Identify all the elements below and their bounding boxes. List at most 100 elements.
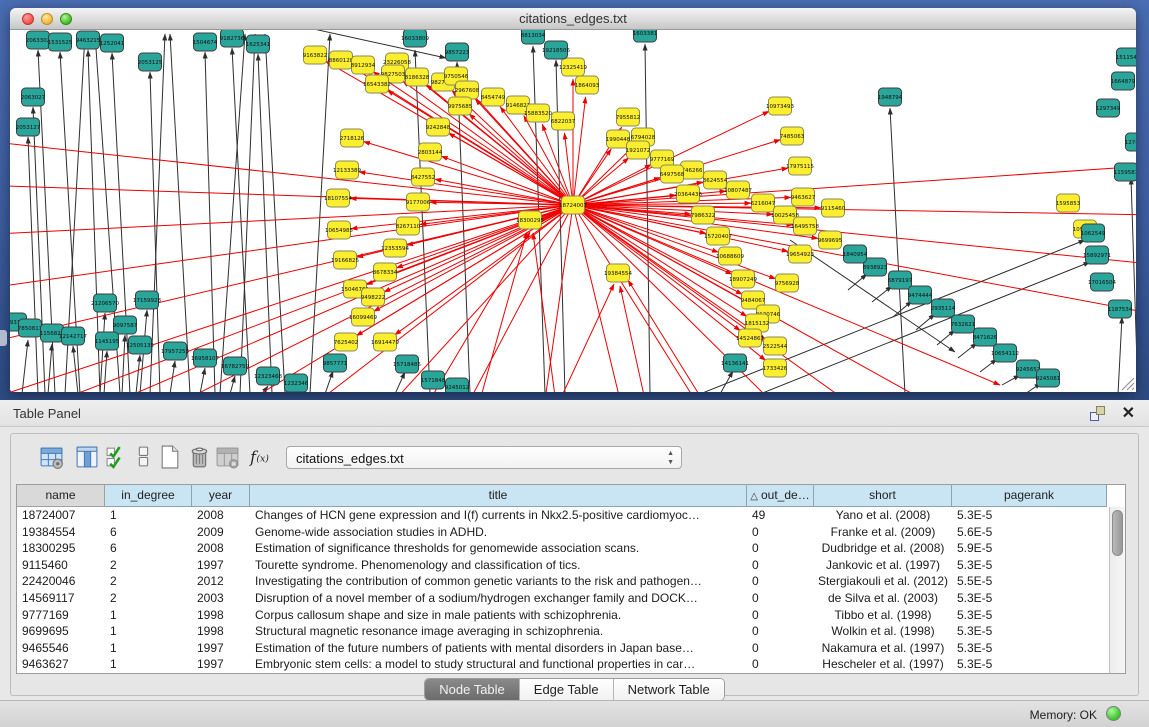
table-row[interactable]: 1456911722003Disruption of a novel membe… bbox=[17, 590, 1109, 607]
graph-node[interactable]: 6879197 bbox=[888, 271, 913, 289]
column-header-year[interactable]: year bbox=[192, 485, 250, 507]
cell-in_degree[interactable]: 6 bbox=[105, 524, 192, 541]
cell-year[interactable]: 2003 bbox=[192, 590, 250, 607]
graph-node[interactable]: 7485063 bbox=[780, 127, 805, 145]
graph-node[interactable]: 2053125 bbox=[138, 53, 163, 71]
table-row[interactable]: 946362711997Embryonic stem cells: a mode… bbox=[17, 656, 1109, 673]
cell-short[interactable]: Wolkin et al. (1998) bbox=[814, 623, 952, 640]
scrollbar-thumb[interactable] bbox=[1112, 510, 1123, 556]
table-row[interactable]: 1830029562008Estimation of significance … bbox=[17, 540, 1109, 557]
graph-node[interactable]: 9498222 bbox=[361, 288, 386, 306]
cell-year[interactable]: 1997 bbox=[192, 557, 250, 574]
graph-node[interactable]: 1252041 bbox=[100, 34, 125, 52]
column-header-short[interactable]: short bbox=[814, 485, 952, 507]
graph-node[interactable]: 9463627 bbox=[791, 188, 816, 206]
graph-node[interactable]: 8454749 bbox=[481, 88, 506, 106]
graph-node[interactable]: 10654985 bbox=[325, 221, 353, 239]
cell-short[interactable]: Hescheler et al. (1997) bbox=[814, 656, 952, 673]
graph-node[interactable]: 12353594 bbox=[381, 239, 409, 257]
graph-node[interactable]: 1664879 bbox=[1111, 72, 1136, 90]
graph-node[interactable]: 1062549 bbox=[1081, 224, 1106, 242]
graph-node[interactable]: 16099469 bbox=[349, 308, 377, 326]
graph-node[interactable]: 1603381 bbox=[633, 30, 658, 42]
graph-node[interactable]: 1504674 bbox=[193, 33, 218, 51]
graph-node[interactable]: 9463215 bbox=[76, 31, 101, 49]
graph-node[interactable]: 8427552 bbox=[411, 168, 436, 186]
table-row[interactable]: 1872400712008Changes of HCN gene express… bbox=[17, 507, 1109, 524]
graph-node[interactable]: 19384554 bbox=[604, 264, 632, 282]
network-window[interactable]: citations_edges.txt 18724007916382288601… bbox=[10, 8, 1136, 392]
delete-icon[interactable] bbox=[187, 444, 213, 470]
graph-node[interactable]: 15718485 bbox=[393, 355, 421, 373]
graph-node[interactable]: 12133389 bbox=[333, 161, 361, 179]
cell-in_degree[interactable]: 6 bbox=[105, 540, 192, 557]
cell-short[interactable]: Yano et al. (2008) bbox=[814, 507, 952, 524]
cell-out_de[interactable]: 0 bbox=[747, 623, 814, 640]
graph-node[interactable]: 8186328 bbox=[405, 68, 430, 86]
cell-title[interactable]: Corpus callosum shape and size in male p… bbox=[250, 607, 747, 624]
graph-node[interactable]: 9699695 bbox=[818, 231, 843, 249]
delete-table-disabled-icon[interactable] bbox=[215, 444, 241, 470]
cell-title[interactable]: Changes of HCN gene expression and I(f) … bbox=[250, 507, 747, 524]
graph-node[interactable]: 9242848 bbox=[426, 118, 451, 136]
cell-name[interactable]: 14569117 bbox=[17, 590, 105, 607]
cell-out_de[interactable]: 0 bbox=[747, 607, 814, 624]
graph-node[interactable]: 16543382 bbox=[363, 75, 391, 93]
graph-node[interactable]: 1625341 bbox=[246, 35, 271, 53]
cell-pagerank[interactable]: 5.9E-5 bbox=[952, 540, 1107, 557]
graph-node[interactable]: 8912934 bbox=[351, 56, 376, 74]
graph-node[interactable]: 2803144 bbox=[418, 143, 443, 161]
graph-node[interactable]: 2718126 bbox=[340, 129, 365, 147]
cell-name[interactable]: 9777169 bbox=[17, 607, 105, 624]
cell-year[interactable]: 1998 bbox=[192, 623, 250, 640]
tab-node-table[interactable]: Node Table bbox=[425, 679, 520, 700]
graph-node[interactable]: 6216047 bbox=[751, 194, 776, 212]
cell-title[interactable]: Tourette syndrome. Phenomenology and cla… bbox=[250, 557, 747, 574]
cell-pagerank[interactable]: 5.5E-5 bbox=[952, 573, 1107, 590]
tab-network-table[interactable]: Network Table bbox=[614, 679, 724, 700]
graph-node[interactable]: 20364436 bbox=[674, 185, 702, 203]
column-icon[interactable] bbox=[74, 444, 100, 470]
cell-short[interactable]: de Silva et al. (2003) bbox=[814, 590, 952, 607]
graph-node[interactable]: 9245012 bbox=[445, 378, 470, 392]
column-header-in_degree[interactable]: in_degree bbox=[105, 485, 192, 507]
table-row[interactable]: 911546021997Tourette syndrome. Phenomeno… bbox=[17, 557, 1109, 574]
network-window-titlebar[interactable]: citations_edges.txt bbox=[10, 8, 1136, 30]
cell-out_de[interactable]: 0 bbox=[747, 557, 814, 574]
graph-node[interactable]: 8471626 bbox=[973, 328, 998, 346]
column-header-title[interactable]: title bbox=[250, 485, 747, 507]
column-header-pagerank[interactable]: pagerank bbox=[952, 485, 1107, 507]
graph-node[interactable]: 9115460 bbox=[821, 199, 846, 217]
cell-out_de[interactable]: 0 bbox=[747, 640, 814, 657]
graph-node[interactable]: 10688609 bbox=[716, 247, 744, 265]
graph-node[interactable]: 16782759 bbox=[221, 357, 249, 375]
cell-pagerank[interactable]: 5.3E-5 bbox=[952, 507, 1107, 524]
select-all-icon[interactable] bbox=[104, 444, 130, 470]
graph-node[interactable]: 7632621 bbox=[951, 315, 976, 333]
graph-node[interactable]: 6497568 bbox=[660, 165, 685, 183]
cell-out_de[interactable]: 0 bbox=[747, 573, 814, 590]
cell-in_degree[interactable]: 2 bbox=[105, 573, 192, 590]
graph-node[interactable]: 8267110 bbox=[396, 217, 421, 235]
panel-collapse-handle[interactable] bbox=[0, 330, 7, 346]
graph-node[interactable]: 17159928 bbox=[133, 291, 161, 309]
graph-node[interactable]: 6822037 bbox=[551, 112, 576, 130]
graph-node[interactable]: 15883520 bbox=[524, 104, 552, 122]
graph-node[interactable]: 1159581 bbox=[1114, 163, 1136, 181]
graph-node[interactable]: 19166825 bbox=[331, 251, 359, 269]
graph-node[interactable]: 17957253 bbox=[161, 342, 189, 360]
resize-grip[interactable] bbox=[1122, 378, 1134, 390]
graph-node[interactable]: 12505135 bbox=[126, 336, 154, 354]
graph-node[interactable]: 9163822 bbox=[303, 46, 328, 64]
table-row[interactable]: 977716911998Corpus callosum shape and si… bbox=[17, 607, 1109, 624]
cell-out_de[interactable]: 0 bbox=[747, 656, 814, 673]
graph-node[interactable]: 2935114 bbox=[931, 299, 956, 317]
graph-node[interactable]: 1297349 bbox=[1096, 99, 1121, 117]
graph-node[interactable]: 2053127 bbox=[16, 118, 41, 136]
cell-short[interactable]: Stergiakouli et al. (2012) bbox=[814, 573, 952, 590]
cell-name[interactable]: 18724007 bbox=[17, 507, 105, 524]
graph-node[interactable]: 10973493 bbox=[766, 97, 794, 115]
cell-in_degree[interactable]: 2 bbox=[105, 557, 192, 574]
table-settings-icon[interactable] bbox=[39, 444, 65, 470]
cell-title[interactable]: Disruption of a novel member of a sodium… bbox=[250, 590, 747, 607]
